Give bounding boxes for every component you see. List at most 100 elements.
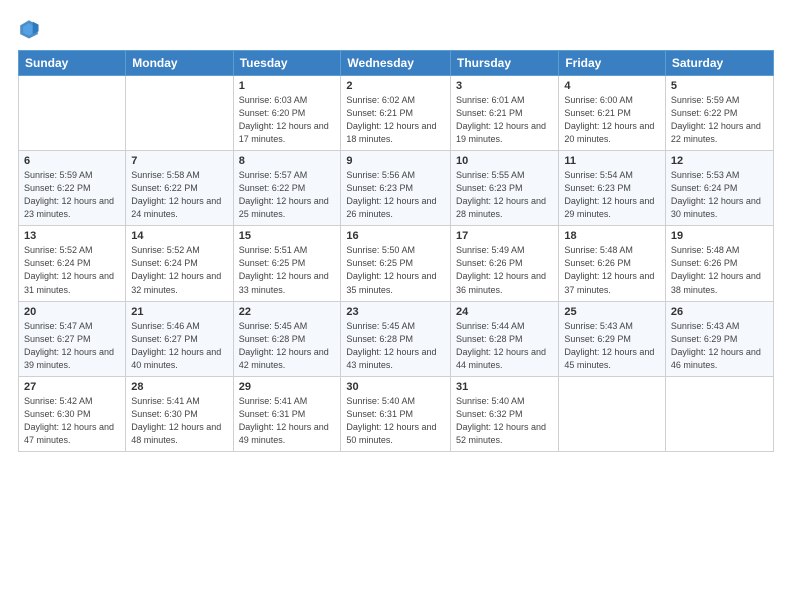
day-number: 9 (346, 155, 445, 167)
calendar-cell: 23 Sunrise: 5:45 AM Sunset: 6:28 PM Dayli… (341, 301, 451, 376)
day-number: 10 (456, 155, 553, 167)
day-info: Sunrise: 5:52 AM Sunset: 6:24 PM Dayligh… (24, 244, 120, 296)
day-number: 28 (131, 381, 227, 393)
day-number: 13 (24, 230, 120, 242)
calendar-cell: 24 Sunrise: 5:44 AM Sunset: 6:28 PM Dayli… (451, 301, 559, 376)
calendar-cell: 5 Sunrise: 5:59 AM Sunset: 6:22 PM Daylig… (665, 76, 773, 151)
day-info: Sunrise: 5:40 AM Sunset: 6:32 PM Dayligh… (456, 395, 553, 447)
day-info: Sunrise: 5:42 AM Sunset: 6:30 PM Dayligh… (24, 395, 120, 447)
calendar-cell: 30 Sunrise: 5:40 AM Sunset: 6:31 PM Dayli… (341, 376, 451, 451)
day-number: 31 (456, 381, 553, 393)
calendar-cell: 19Sunrise: 5:48 AM Sunset: 6:26 PM Dayli… (665, 226, 773, 301)
page: SundayMondayTuesdayWednesdayThursdayFrid… (0, 0, 792, 612)
day-info: Sunrise: 5:43 AM Sunset: 6:29 PM Dayligh… (671, 320, 768, 372)
calendar-cell: 15 Sunrise: 5:51 AM Sunset: 6:25 PM Dayli… (233, 226, 341, 301)
day-number: 14 (131, 230, 227, 242)
day-info: Sunrise: 5:51 AM Sunset: 6:25 PM Dayligh… (239, 244, 336, 296)
day-number: 8 (239, 155, 336, 167)
weekday-header-thursday: Thursday (451, 51, 559, 76)
day-number: 27 (24, 381, 120, 393)
day-number: 30 (346, 381, 445, 393)
calendar-week-row: 20 Sunrise: 5:47 AM Sunset: 6:27 PM Dayli… (19, 301, 774, 376)
calendar-cell: 1 Sunrise: 6:03 AM Sunset: 6:20 PM Daylig… (233, 76, 341, 151)
day-info: Sunrise: 6:03 AM Sunset: 6:20 PM Dayligh… (239, 94, 336, 146)
day-number: 3 (456, 80, 553, 92)
day-info: Sunrise: 5:49 AM Sunset: 6:26 PM Dayligh… (456, 244, 553, 296)
calendar-cell: 11 Sunrise: 5:54 AM Sunset: 6:23 PM Dayli… (559, 151, 666, 226)
weekday-header-monday: Monday (126, 51, 233, 76)
day-number: 18 (564, 230, 660, 242)
calendar-cell: 25Sunrise: 5:43 AM Sunset: 6:29 PM Dayli… (559, 301, 666, 376)
calendar-cell: 17Sunrise: 5:49 AM Sunset: 6:26 PM Dayli… (451, 226, 559, 301)
day-number: 24 (456, 306, 553, 318)
day-number: 1 (239, 80, 336, 92)
calendar-cell (559, 376, 666, 451)
calendar-week-row: 6 Sunrise: 5:59 AM Sunset: 6:22 PM Daylig… (19, 151, 774, 226)
day-number: 6 (24, 155, 120, 167)
calendar-cell: 26 Sunrise: 5:43 AM Sunset: 6:29 PM Dayli… (665, 301, 773, 376)
day-info: Sunrise: 5:45 AM Sunset: 6:28 PM Dayligh… (346, 320, 445, 372)
calendar-cell (19, 76, 126, 151)
calendar-week-row: 1 Sunrise: 6:03 AM Sunset: 6:20 PM Daylig… (19, 76, 774, 151)
calendar-cell: 2Sunrise: 6:02 AM Sunset: 6:21 PM Daylig… (341, 76, 451, 151)
day-number: 16 (346, 230, 445, 242)
day-info: Sunrise: 5:45 AM Sunset: 6:28 PM Dayligh… (239, 320, 336, 372)
day-number: 23 (346, 306, 445, 318)
day-info: Sunrise: 5:41 AM Sunset: 6:31 PM Dayligh… (239, 395, 336, 447)
day-number: 12 (671, 155, 768, 167)
calendar-cell: 6 Sunrise: 5:59 AM Sunset: 6:22 PM Daylig… (19, 151, 126, 226)
day-info: Sunrise: 5:43 AM Sunset: 6:29 PM Dayligh… (564, 320, 660, 372)
day-info: Sunrise: 5:44 AM Sunset: 6:28 PM Dayligh… (456, 320, 553, 372)
calendar-cell (126, 76, 233, 151)
calendar-week-row: 13 Sunrise: 5:52 AM Sunset: 6:24 PM Dayli… (19, 226, 774, 301)
calendar-cell: 13 Sunrise: 5:52 AM Sunset: 6:24 PM Dayli… (19, 226, 126, 301)
day-number: 4 (564, 80, 660, 92)
day-info: Sunrise: 5:55 AM Sunset: 6:23 PM Dayligh… (456, 169, 553, 221)
day-number: 11 (564, 155, 660, 167)
day-info: Sunrise: 5:47 AM Sunset: 6:27 PM Dayligh… (24, 320, 120, 372)
calendar-cell: 18 Sunrise: 5:48 AM Sunset: 6:26 PM Dayli… (559, 226, 666, 301)
day-number: 15 (239, 230, 336, 242)
day-info: Sunrise: 6:00 AM Sunset: 6:21 PM Dayligh… (564, 94, 660, 146)
day-number: 26 (671, 306, 768, 318)
calendar-cell: 8 Sunrise: 5:57 AM Sunset: 6:22 PM Daylig… (233, 151, 341, 226)
day-info: Sunrise: 5:41 AM Sunset: 6:30 PM Dayligh… (131, 395, 227, 447)
day-info: Sunrise: 6:02 AM Sunset: 6:21 PM Dayligh… (346, 94, 445, 146)
calendar-cell: 9 Sunrise: 5:56 AM Sunset: 6:23 PM Daylig… (341, 151, 451, 226)
calendar-cell: 28 Sunrise: 5:41 AM Sunset: 6:30 PM Dayli… (126, 376, 233, 451)
calendar-cell: 12 Sunrise: 5:53 AM Sunset: 6:24 PM Dayli… (665, 151, 773, 226)
day-number: 5 (671, 80, 768, 92)
calendar-cell: 7Sunrise: 5:58 AM Sunset: 6:22 PM Daylig… (126, 151, 233, 226)
weekday-header-friday: Friday (559, 51, 666, 76)
weekday-header-row: SundayMondayTuesdayWednesdayThursdayFrid… (19, 51, 774, 76)
day-info: Sunrise: 5:48 AM Sunset: 6:26 PM Dayligh… (564, 244, 660, 296)
calendar-cell: 14 Sunrise: 5:52 AM Sunset: 6:24 PM Dayli… (126, 226, 233, 301)
day-number: 7 (131, 155, 227, 167)
day-info: Sunrise: 5:56 AM Sunset: 6:23 PM Dayligh… (346, 169, 445, 221)
calendar-cell (665, 376, 773, 451)
weekday-header-wednesday: Wednesday (341, 51, 451, 76)
day-info: Sunrise: 6:01 AM Sunset: 6:21 PM Dayligh… (456, 94, 553, 146)
day-number: 20 (24, 306, 120, 318)
day-info: Sunrise: 5:59 AM Sunset: 6:22 PM Dayligh… (24, 169, 120, 221)
logo (18, 18, 44, 40)
weekday-header-saturday: Saturday (665, 51, 773, 76)
calendar-cell: 4 Sunrise: 6:00 AM Sunset: 6:21 PM Daylig… (559, 76, 666, 151)
day-info: Sunrise: 5:50 AM Sunset: 6:25 PM Dayligh… (346, 244, 445, 296)
day-info: Sunrise: 5:53 AM Sunset: 6:24 PM Dayligh… (671, 169, 768, 221)
calendar-cell: 22 Sunrise: 5:45 AM Sunset: 6:28 PM Dayli… (233, 301, 341, 376)
calendar-table: SundayMondayTuesdayWednesdayThursdayFrid… (18, 50, 774, 452)
weekday-header-tuesday: Tuesday (233, 51, 341, 76)
calendar-cell: 10 Sunrise: 5:55 AM Sunset: 6:23 PM Dayli… (451, 151, 559, 226)
day-info: Sunrise: 5:52 AM Sunset: 6:24 PM Dayligh… (131, 244, 227, 296)
day-info: Sunrise: 5:59 AM Sunset: 6:22 PM Dayligh… (671, 94, 768, 146)
day-number: 29 (239, 381, 336, 393)
day-info: Sunrise: 5:40 AM Sunset: 6:31 PM Dayligh… (346, 395, 445, 447)
calendar-cell: 20 Sunrise: 5:47 AM Sunset: 6:27 PM Dayli… (19, 301, 126, 376)
calendar-cell: 21Sunrise: 5:46 AM Sunset: 6:27 PM Dayli… (126, 301, 233, 376)
day-info: Sunrise: 5:54 AM Sunset: 6:23 PM Dayligh… (564, 169, 660, 221)
day-number: 22 (239, 306, 336, 318)
day-info: Sunrise: 5:57 AM Sunset: 6:22 PM Dayligh… (239, 169, 336, 221)
day-number: 19 (671, 230, 768, 242)
day-info: Sunrise: 5:46 AM Sunset: 6:27 PM Dayligh… (131, 320, 227, 372)
